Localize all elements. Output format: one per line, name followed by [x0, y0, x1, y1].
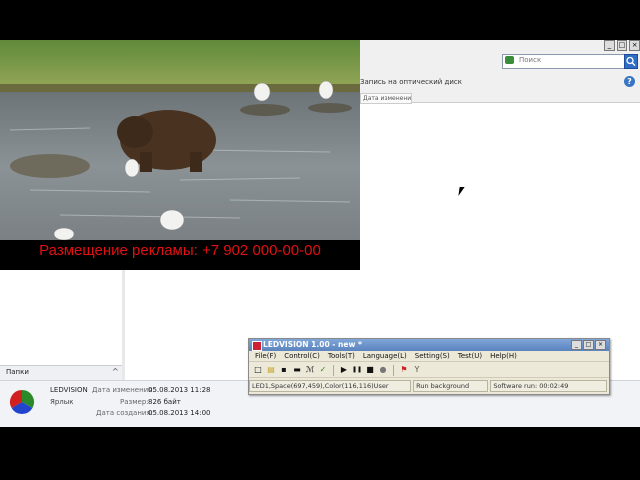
toolbar-separator [333, 364, 334, 376]
created-value: 05.08.2013 14:00 [148, 409, 211, 417]
stop-icon[interactable]: ■ [365, 365, 375, 375]
size-value: 826 байт [148, 398, 181, 406]
new-file-icon[interactable]: □ [253, 365, 263, 375]
close-button[interactable]: × [595, 340, 606, 350]
created-label: Дата создания: [96, 409, 154, 417]
ledvision-titlebar[interactable]: LEDVISION 1.00 - new * _ □ × [249, 339, 609, 351]
status-bar: LED1,Space(697,459),Color(116,116)User R… [249, 380, 609, 392]
status-run-mode: Run background [413, 380, 489, 392]
mark-icon[interactable]: ℳ [305, 365, 315, 375]
play-icon[interactable]: ▶ [339, 365, 349, 375]
save-icon[interactable]: ▪ [279, 365, 289, 375]
pause-icon[interactable]: ❚❚ [352, 365, 362, 375]
chevron-up-icon: ^ [112, 367, 119, 376]
search-icon [626, 56, 636, 67]
minimize-button[interactable]: _ [571, 340, 582, 350]
menu-help[interactable]: Help(H) [488, 351, 519, 361]
column-header-modified[interactable]: Дата изменения [360, 93, 412, 104]
y-icon[interactable]: Y [412, 365, 422, 375]
toolbar: □ ▤ ▪ ▬ ℳ ✓ ▶ ❚❚ ■ ● ⚑ Y [249, 363, 609, 378]
ad-caption: Размещение рекламы: +7 902 000-00-00 [39, 242, 321, 259]
ledvision-logo-icon [9, 390, 35, 415]
record-icon[interactable]: ● [378, 365, 388, 375]
toolbar-separator [393, 364, 394, 376]
refresh-icon[interactable] [505, 56, 514, 64]
menu-setting[interactable]: Setting(S) [413, 351, 452, 361]
minimize-button[interactable]: _ [603, 40, 615, 51]
app-icon [252, 341, 262, 351]
modified-value: 05.08.2013 11:28 [148, 386, 211, 394]
burn-disc-label: Запись на оптический диск [360, 78, 462, 86]
ledvision-window-controls: _ □ × [571, 340, 606, 350]
pane-splitter[interactable] [122, 270, 125, 382]
video-frame [0, 40, 360, 270]
close-button[interactable]: × [629, 40, 640, 51]
file-name: LEDVISION [50, 386, 88, 394]
open-folder-icon[interactable]: ▤ [266, 365, 276, 375]
modified-label: Дата изменения: [92, 386, 155, 394]
menu-tools[interactable]: Tools(T) [326, 351, 357, 361]
status-run-time: Software run: 00:02:49 [490, 380, 607, 392]
search-button[interactable] [624, 54, 638, 69]
maximize-button[interactable]: □ [583, 340, 594, 350]
menu-language[interactable]: Language(L) [361, 351, 409, 361]
window-title: LEDVISION 1.00 - new * [263, 340, 362, 349]
menu-file[interactable]: File(F) [253, 351, 278, 361]
help-icon[interactable]: ? [624, 76, 635, 87]
menu-test[interactable]: Test(U) [456, 351, 484, 361]
maximize-button[interactable]: □ [616, 40, 628, 51]
search-input[interactable] [517, 55, 625, 65]
check-icon[interactable]: ✓ [318, 365, 328, 375]
explorer-window-controls: _ □ × [603, 40, 640, 52]
menu-bar: File(F) Control(C) Tools(T) Language(L) … [249, 351, 609, 362]
flag-icon[interactable]: ⚑ [399, 365, 409, 375]
screen-icon[interactable]: ▬ [292, 365, 302, 375]
ledvision-window: LEDVISION 1.00 - new * _ □ × File(F) Con… [248, 338, 610, 395]
video-overlay [0, 40, 360, 270]
folders-label: Папки [6, 368, 29, 376]
menu-control[interactable]: Control(C) [282, 351, 322, 361]
file-type: Ярлык [50, 398, 74, 406]
burn-disc-button[interactable]: Запись на оптический диск [360, 76, 462, 88]
size-label: Размер: [120, 398, 149, 406]
status-screen-info: LED1,Space(697,459),Color(116,116)User [249, 380, 412, 392]
